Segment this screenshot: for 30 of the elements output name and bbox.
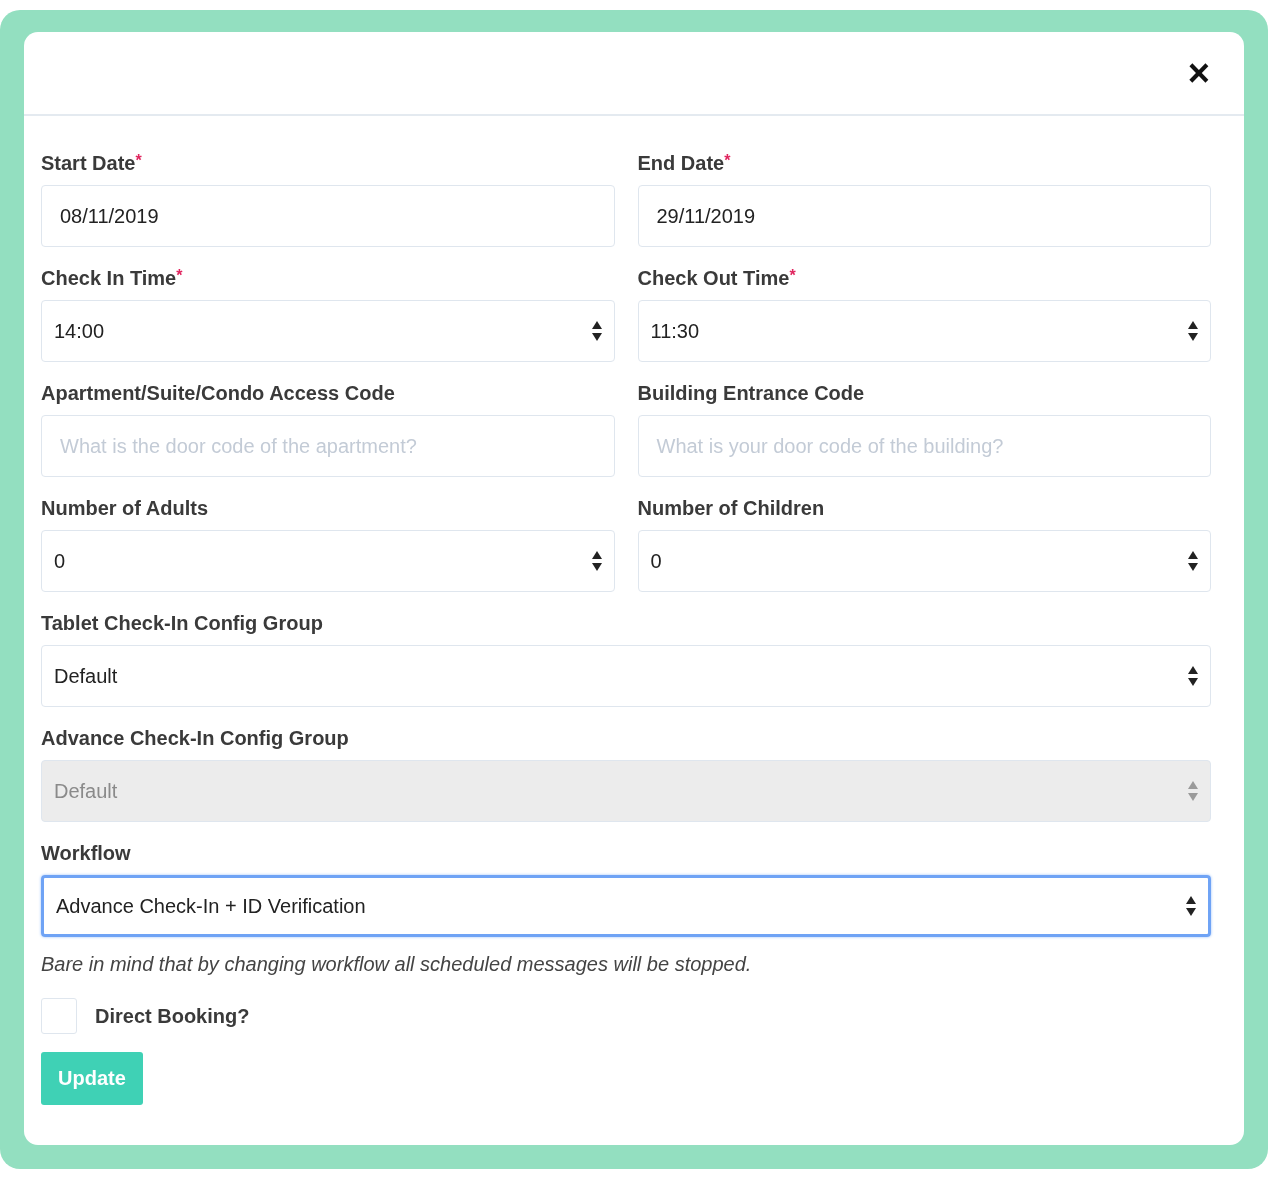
sort-arrows-icon [1188, 551, 1198, 571]
field-label: Number of Adults [41, 497, 210, 520]
field-label: End Date* [637, 152, 732, 175]
sort-arrows-icon [1188, 321, 1198, 341]
input-field[interactable]: 29/11/2019 [637, 185, 1211, 247]
select-dropdown[interactable]: 0 [41, 530, 615, 592]
input-field[interactable]: 08/11/2019 [41, 185, 615, 247]
checkbox[interactable] [41, 998, 77, 1034]
sort-arrows-icon [591, 551, 602, 571]
select-dropdown[interactable]: Default [41, 645, 1211, 707]
sort-arrows-icon [1186, 896, 1196, 916]
field-label: Check Out Time* [637, 267, 797, 290]
field-label: Start Date* [41, 152, 143, 175]
sort-arrows-icon [1188, 666, 1198, 686]
field-label: Apartment/Suite/Condo Access Code [41, 382, 396, 405]
select-dropdown[interactable]: Advance Check-In + ID Verification [41, 875, 1211, 937]
select-dropdown[interactable]: 0 [637, 530, 1211, 592]
field-label: Check In Time* [41, 267, 184, 290]
select-dropdown[interactable]: 14:00 [41, 300, 615, 362]
sort-arrows-icon [1188, 781, 1198, 801]
field-label: Workflow [41, 842, 132, 865]
field-label: Tablet Check-In Config Group [41, 612, 324, 635]
sort-arrows-icon [591, 321, 602, 341]
hint-text: Bare in mind that by changing workflow all scheduled messages will be stopped. [41, 953, 753, 976]
field-label: Number of Children [637, 497, 826, 520]
checkbox-label: Direct Booking? [95, 1004, 250, 1028]
field-label: Building Entrance Code [637, 382, 866, 405]
select-dropdown[interactable]: 11:30 [637, 300, 1211, 362]
close-button[interactable]: × [1183, 54, 1214, 92]
field-label: Advance Check-In Config Group [41, 727, 350, 750]
